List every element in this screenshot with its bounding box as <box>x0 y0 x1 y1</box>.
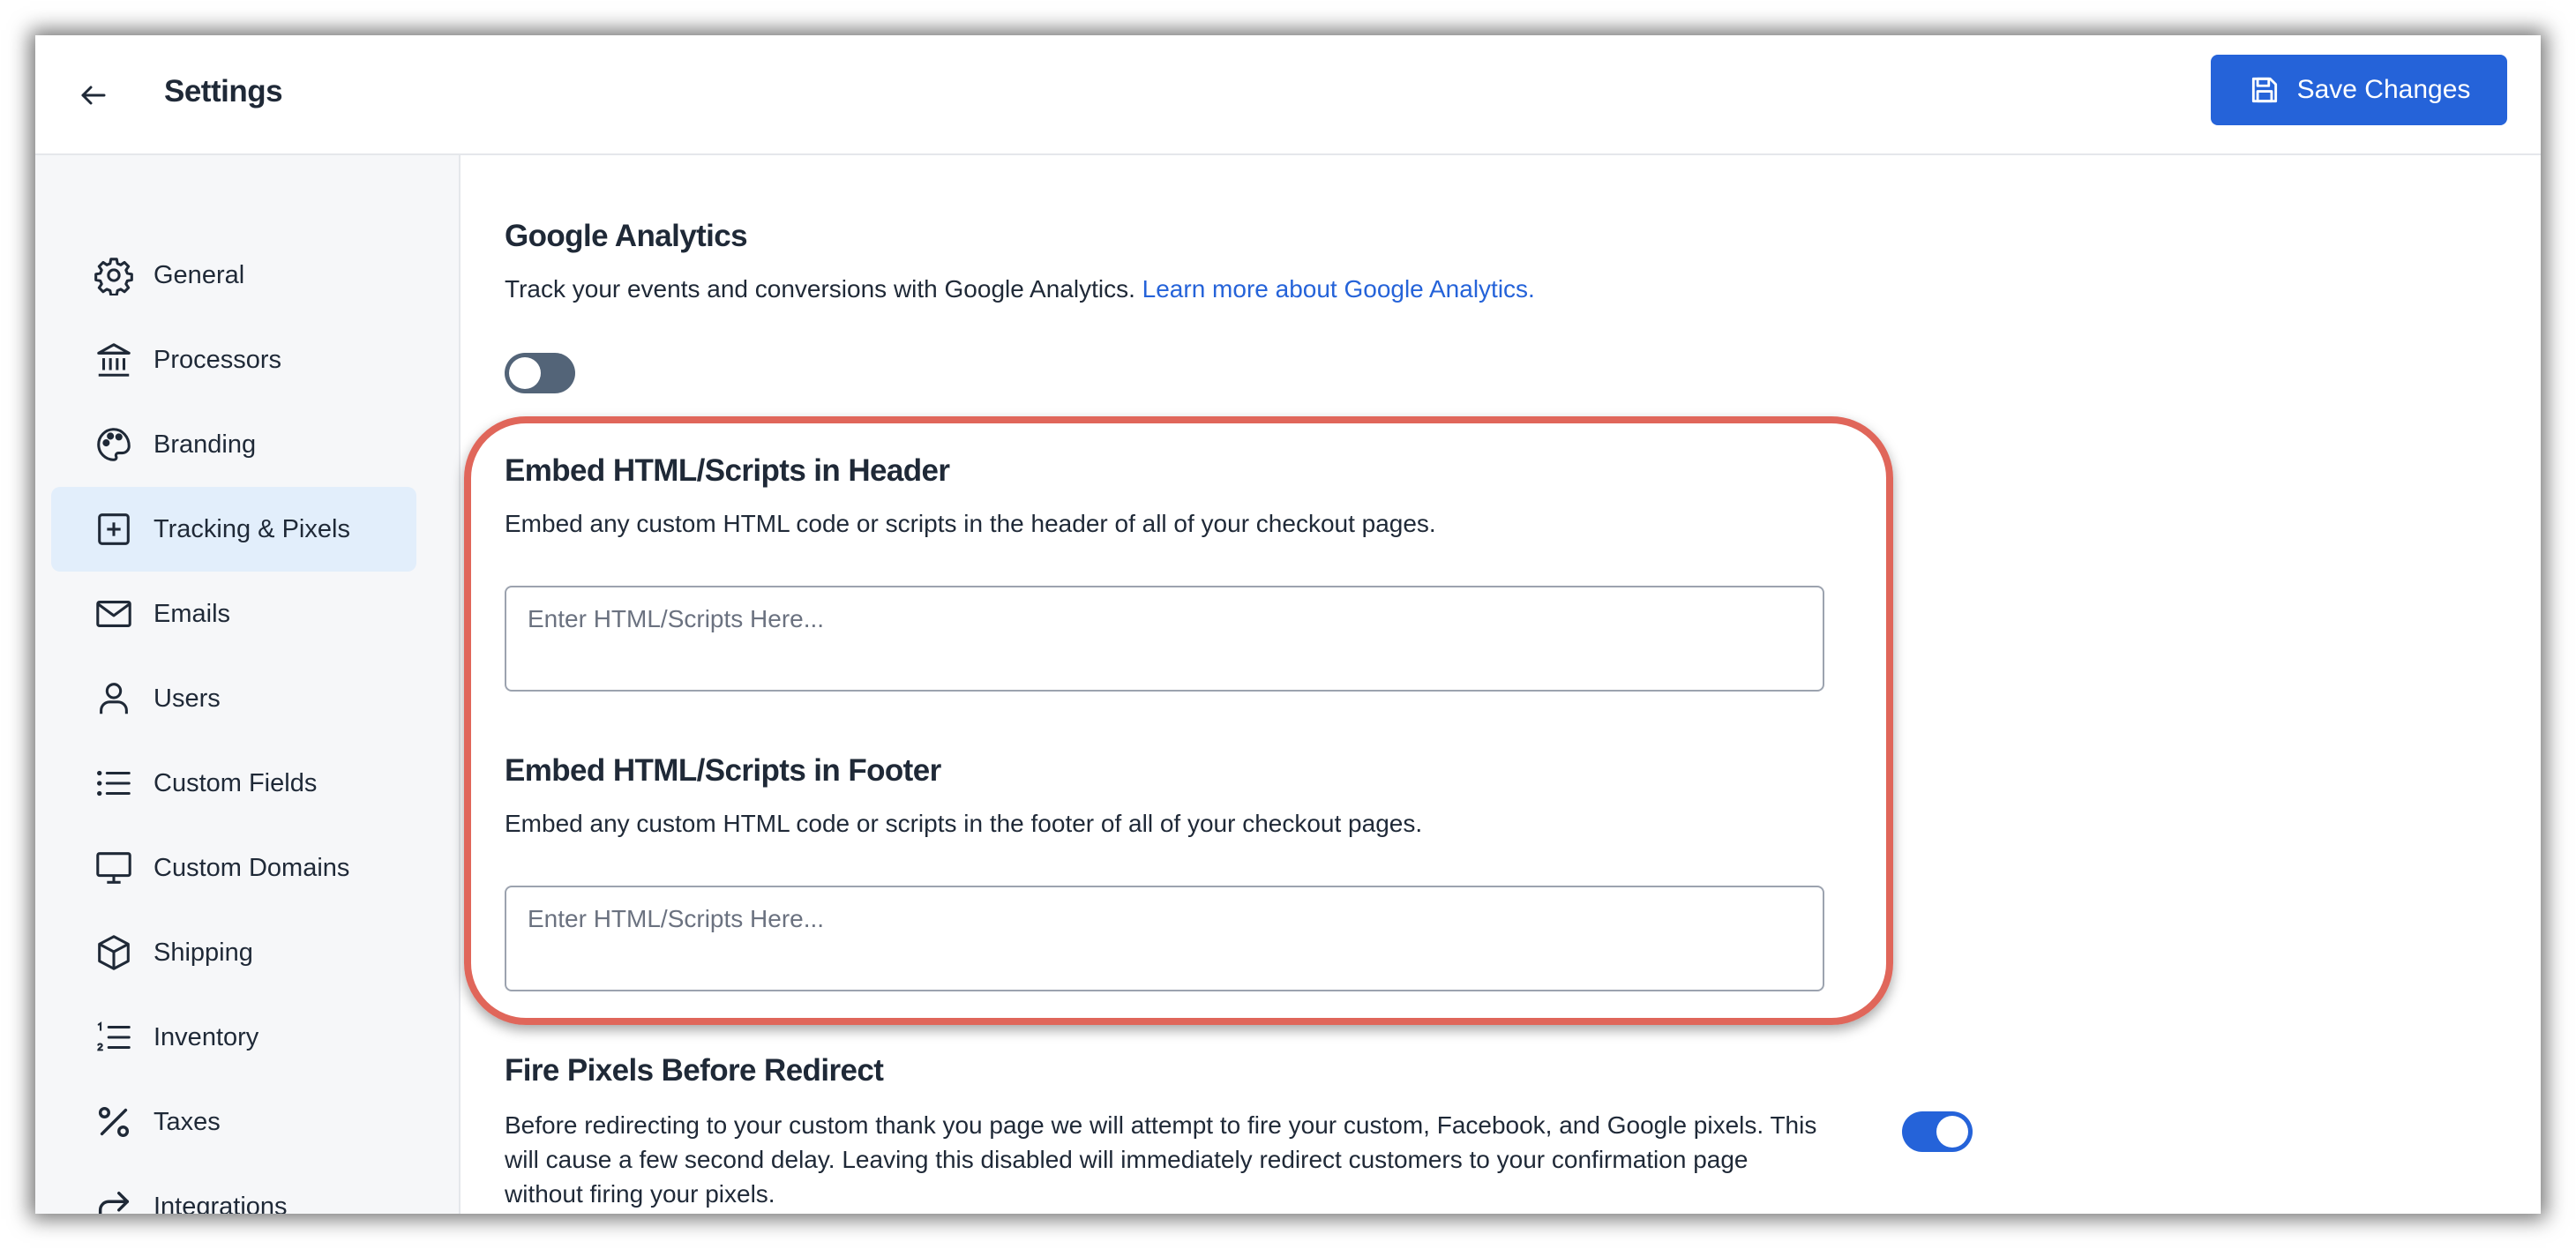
sidebar-item-label: Branding <box>154 430 257 459</box>
page-title: Settings <box>164 74 283 108</box>
sidebar-item-shipping[interactable]: Shipping <box>51 910 416 995</box>
envelope-icon <box>92 592 136 636</box>
sidebar-item-label: Users <box>154 684 221 713</box>
sidebar-item-integrations[interactable]: Integrations <box>51 1164 416 1214</box>
sidebar-item-label: Custom Fields <box>154 768 318 797</box>
fire-pixels-title: Fire Pixels Before Redirect <box>505 1053 884 1088</box>
arrow-turn-icon <box>92 1185 136 1214</box>
sidebar-item-label: Emails <box>154 599 231 628</box>
sidebar-item-label: Custom Domains <box>154 853 350 882</box>
sidebar-item-processors[interactable]: Processors <box>51 318 416 402</box>
sidebar-item-custom-domains[interactable]: Custom Domains <box>51 826 416 910</box>
toggle-knob <box>1936 1116 1968 1148</box>
header-scripts-input[interactable] <box>505 586 1824 692</box>
google-analytics-title: Google Analytics <box>505 219 748 253</box>
monitor-icon <box>92 846 136 890</box>
sidebar-item-label: General <box>154 260 245 289</box>
sidebar-item-label: Taxes <box>154 1107 221 1136</box>
toggle-knob <box>509 357 541 389</box>
list-icon <box>92 761 136 805</box>
plus-square-icon <box>92 507 136 551</box>
sidebar-item-inventory[interactable]: Inventory <box>51 995 416 1080</box>
sidebar-item-branding[interactable]: Branding <box>51 402 416 487</box>
percent-icon <box>92 1100 136 1144</box>
arrow-left-icon <box>81 86 106 105</box>
footer-scripts-description: Embed any custom HTML code or scripts in… <box>505 810 1423 837</box>
bank-icon <box>92 338 136 382</box>
sidebar-item-custom-fields[interactable]: Custom Fields <box>51 741 416 826</box>
google-analytics-description: Track your events and conversions with G… <box>505 275 1535 303</box>
user-icon <box>92 677 136 721</box>
header-scripts-description: Embed any custom HTML code or scripts in… <box>505 510 1436 537</box>
footer-scripts-title: Embed HTML/Scripts in Footer <box>505 753 941 788</box>
sidebar-item-general[interactable]: General <box>51 233 416 318</box>
numbered-list-icon <box>92 1015 136 1059</box>
footer-scripts-input[interactable] <box>505 886 1824 991</box>
sidebar-item-emails[interactable]: Emails <box>51 572 416 656</box>
sidebar: General Processors Branding Tracking & P… <box>35 155 461 1214</box>
save-changes-button[interactable]: Save Changes <box>2211 55 2507 125</box>
gear-icon <box>92 253 136 297</box>
fire-pixels-toggle[interactable] <box>1902 1111 1973 1152</box>
save-icon <box>2251 77 2277 103</box>
back-button[interactable] <box>65 67 122 123</box>
sidebar-item-users[interactable]: Users <box>51 656 416 741</box>
google-analytics-toggle[interactable] <box>505 353 575 393</box>
sidebar-item-label: Inventory <box>154 1022 259 1051</box>
google-analytics-description-text: Track your events and conversions with G… <box>505 275 1135 303</box>
header-scripts-title: Embed HTML/Scripts in Header <box>505 453 950 488</box>
sidebar-item-label: Integrations <box>154 1192 288 1215</box>
sidebar-item-tracking-pixels[interactable]: Tracking & Pixels <box>51 487 416 572</box>
sidebar-item-taxes[interactable]: Taxes <box>51 1080 416 1164</box>
sidebar-item-label: Shipping <box>154 938 253 967</box>
palette-icon <box>92 423 136 467</box>
settings-window: Settings Save Changes General Processors… <box>35 35 2541 1214</box>
sidebar-item-label: Tracking & Pixels <box>154 514 350 543</box>
save-changes-label: Save Changes <box>2296 75 2471 104</box>
main-content: Google Analytics Track your events and c… <box>461 155 2541 1214</box>
box-icon <box>92 931 136 975</box>
fire-pixels-description: Before redirecting to your custom thank … <box>505 1111 1817 1208</box>
sidebar-item-label: Processors <box>154 345 282 374</box>
learn-more-link[interactable]: Learn more about Google Analytics. <box>1142 275 1535 303</box>
top-bar: Settings Save Changes <box>35 35 2541 155</box>
